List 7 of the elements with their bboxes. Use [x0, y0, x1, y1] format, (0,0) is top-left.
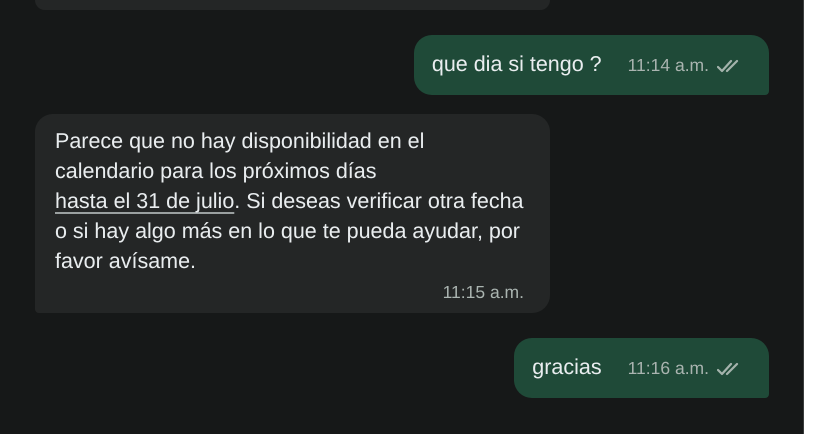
message-time: 11:14 a.m.: [628, 55, 709, 76]
message-text: gracias: [532, 354, 602, 381]
message-text: que dia si tengo ?: [432, 51, 602, 78]
message-time: 11:15 a.m.: [442, 282, 524, 303]
date-link[interactable]: hasta el 31 de julio: [55, 189, 234, 213]
message-text: Parece que no hay disponibilidad en el calendario para los próximos días hasta el 31 de julio. Si deseas verificar otra fecha o si hay algo más en lo que te pueda ayudar, por favor avísame.: [55, 128, 524, 275]
message-time: 11:16 a.m.: [628, 358, 709, 379]
